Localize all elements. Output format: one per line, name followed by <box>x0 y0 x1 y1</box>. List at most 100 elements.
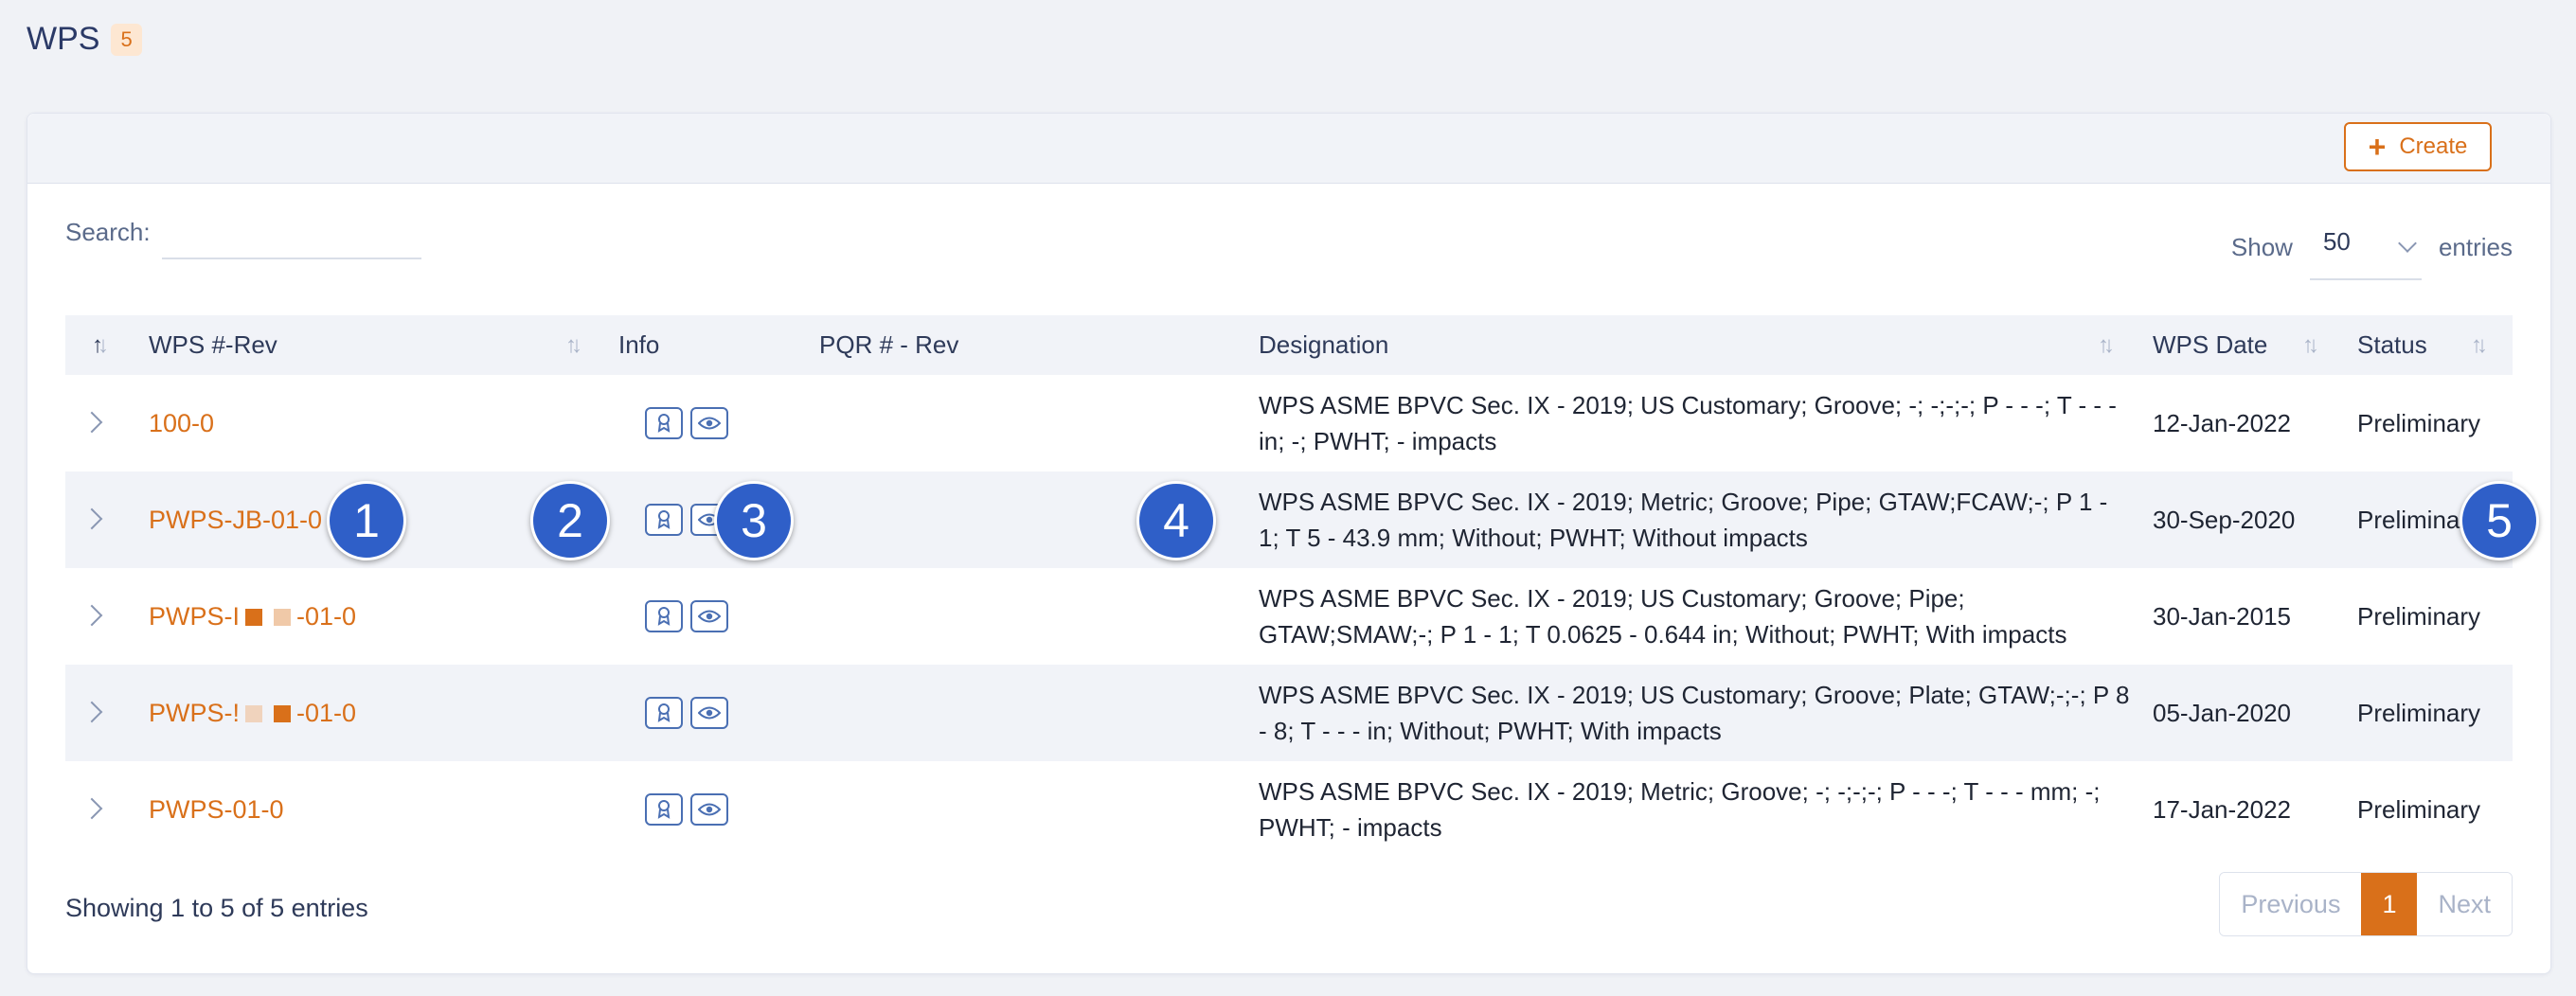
wps-table: ↑↓ WPS #-Rev ↑↓ Info PQR # - Rev Designa… <box>65 315 2513 858</box>
chevron-right-icon[interactable] <box>80 411 103 434</box>
wps-link-prefix: PWPS-! <box>149 698 241 727</box>
designation-text: WPS ASME BPVC Sec. IX - 2019; US Customa… <box>1259 681 2130 745</box>
eye-icon[interactable] <box>690 407 728 439</box>
table-row: PWPS-01-0 WPS ASME BPVC Sec. IX - 2019; … <box>65 761 2513 858</box>
sort-icon[interactable]: ↑↓ <box>2098 332 2115 359</box>
search-label: Search: <box>65 218 151 246</box>
designation-cell: WPS ASME BPVC Sec. IX - 2019; Metric; Gr… <box>1259 471 2130 568</box>
create-button-label: Create <box>2399 133 2468 159</box>
redaction-block <box>274 705 292 723</box>
sort-icon[interactable]: ↑↓ <box>2302 332 2319 359</box>
status-cell: Preliminary <box>2357 665 2480 761</box>
wps-rev-cell: PWPS-JB-01-0 <box>149 471 322 568</box>
wps-date-text: 05-Jan-2020 <box>2153 698 2291 727</box>
sort-icon[interactable]: ↑↓ <box>2471 332 2488 359</box>
designation-text: WPS ASME BPVC Sec. IX - 2019; US Customa… <box>1259 584 2067 649</box>
wps-rev-cell: PWPS-! -01-0 <box>149 665 356 761</box>
chevron-right-icon[interactable] <box>80 604 103 627</box>
previous-button[interactable]: Previous <box>2220 873 2362 935</box>
column-header-status[interactable]: Status <box>2357 315 2427 375</box>
sort-toggle-expand[interactable]: ↑↓ <box>92 315 109 375</box>
chevron-right-icon[interactable] <box>80 701 103 723</box>
search-container: Search: <box>65 218 421 259</box>
annotation-marker: 1 <box>327 481 406 560</box>
redaction-block <box>274 609 292 627</box>
chevron-right-icon[interactable] <box>80 507 103 530</box>
info-cell <box>645 761 728 858</box>
table-row: PWPS-! -01-0 WPS ASME BPVC Sec. IX - 2019… <box>65 665 2513 761</box>
plus-icon: + <box>2368 130 2387 164</box>
wps-date-cell: 12-Jan-2022 <box>2153 375 2291 471</box>
certificate-icon[interactable] <box>645 600 683 632</box>
annotation-marker: 3 <box>714 481 794 560</box>
wps-link-suffix: -01-0 <box>296 601 357 631</box>
column-header-info: Info <box>618 315 659 375</box>
wps-link-suffix: -01-0 <box>296 698 357 727</box>
card-header: + Create <box>27 114 2550 184</box>
wps-link-prefix: 100-0 <box>149 408 215 437</box>
wps-date-text: 17-Jan-2022 <box>2153 794 2291 824</box>
sort-icon[interactable]: ↑↓ <box>565 332 582 359</box>
wps-date-cell: 30-Jan-2015 <box>2153 568 2291 665</box>
redaction-block <box>245 609 263 627</box>
status-text: Preliminary <box>2357 698 2481 727</box>
eye-icon[interactable] <box>690 697 728 729</box>
count-badge: 5 <box>111 23 142 56</box>
wps-link-prefix: PWPS-I <box>149 601 241 631</box>
designation-cell: WPS ASME BPVC Sec. IX - 2019; US Customa… <box>1259 665 2130 761</box>
certificate-icon[interactable] <box>645 407 683 439</box>
table-row: PWPS-I -01-0 WPS ASME BPVC Sec. IX - 2019… <box>65 568 2513 665</box>
eye-icon[interactable] <box>690 793 728 826</box>
wps-card: + Create Search: Show 50 entries ↑↓ WPS … <box>27 113 2551 974</box>
next-button[interactable]: Next <box>2417 873 2512 935</box>
wps-link[interactable]: PWPS-01-0 <box>149 795 284 825</box>
length-container: Show 50 entries <box>2230 220 2513 280</box>
wps-link[interactable]: 100-0 <box>149 409 214 438</box>
table-body: 100-0 WPS ASME BPVC Sec. IX - 2019; US C… <box>65 375 2513 858</box>
chevron-down-icon <box>2398 234 2417 253</box>
column-header-pqr-rev: PQR # - Rev <box>819 315 958 375</box>
wps-date-text: 12-Jan-2022 <box>2153 408 2291 437</box>
wps-link[interactable]: PWPS-JB-01-0 <box>149 506 322 535</box>
column-label: WPS #-Rev <box>149 330 277 359</box>
status-text: Preliminary <box>2357 408 2481 437</box>
status-cell: Preliminary <box>2357 761 2480 858</box>
column-label: Info <box>618 330 660 359</box>
wps-link-prefix: PWPS-JB-01-0 <box>149 505 323 534</box>
pagination: Previous 1 Next <box>2219 872 2513 936</box>
table-info: Showing 1 to 5 of 5 entries <box>65 894 368 922</box>
chevron-right-icon[interactable] <box>80 797 103 820</box>
designation-text: WPS ASME BPVC Sec. IX - 2019; Metric; Gr… <box>1259 488 2108 552</box>
annotation-marker: 5 <box>2460 481 2539 560</box>
column-label: Designation <box>1259 330 1389 359</box>
wps-rev-cell: 100-0 <box>149 375 214 471</box>
wps-link[interactable]: PWPS-I -01-0 <box>149 602 356 631</box>
column-header-wps-date[interactable]: WPS Date <box>2153 315 2267 375</box>
column-label: Status <box>2357 330 2427 359</box>
certificate-icon[interactable] <box>645 504 683 536</box>
page-title: WPS 5 <box>27 21 142 58</box>
wps-link-prefix: PWPS-01-0 <box>149 794 284 824</box>
info-cell <box>645 568 728 665</box>
column-label: WPS Date <box>2153 330 2268 359</box>
status-text: Preliminary <box>2357 794 2481 824</box>
designation-text: WPS ASME BPVC Sec. IX - 2019; Metric; Gr… <box>1259 777 2101 842</box>
wps-link[interactable]: PWPS-! -01-0 <box>149 699 356 728</box>
eye-icon[interactable] <box>690 600 728 632</box>
create-button[interactable]: + Create <box>2344 122 2492 171</box>
wps-rev-cell: PWPS-I -01-0 <box>149 568 356 665</box>
column-header-wps-rev[interactable]: WPS #-Rev <box>149 315 277 375</box>
certificate-icon[interactable] <box>645 697 683 729</box>
annotation-marker: 4 <box>1136 481 1216 560</box>
status-cell: Preliminary <box>2357 375 2480 471</box>
entries-select[interactable]: 50 <box>2309 225 2422 280</box>
column-header-designation[interactable]: Designation <box>1259 315 1388 375</box>
search-input[interactable] <box>161 218 421 259</box>
annotation-marker: 2 <box>530 481 610 560</box>
certificate-icon[interactable] <box>645 793 683 826</box>
page-1-button[interactable]: 1 <box>2361 873 2418 935</box>
table-header: ↑↓ WPS #-Rev ↑↓ Info PQR # - Rev Designa… <box>65 315 2513 375</box>
sort-icon: ↑↓ <box>92 331 109 358</box>
show-label: Show <box>2230 232 2293 261</box>
page-title-text: WPS <box>27 21 100 57</box>
